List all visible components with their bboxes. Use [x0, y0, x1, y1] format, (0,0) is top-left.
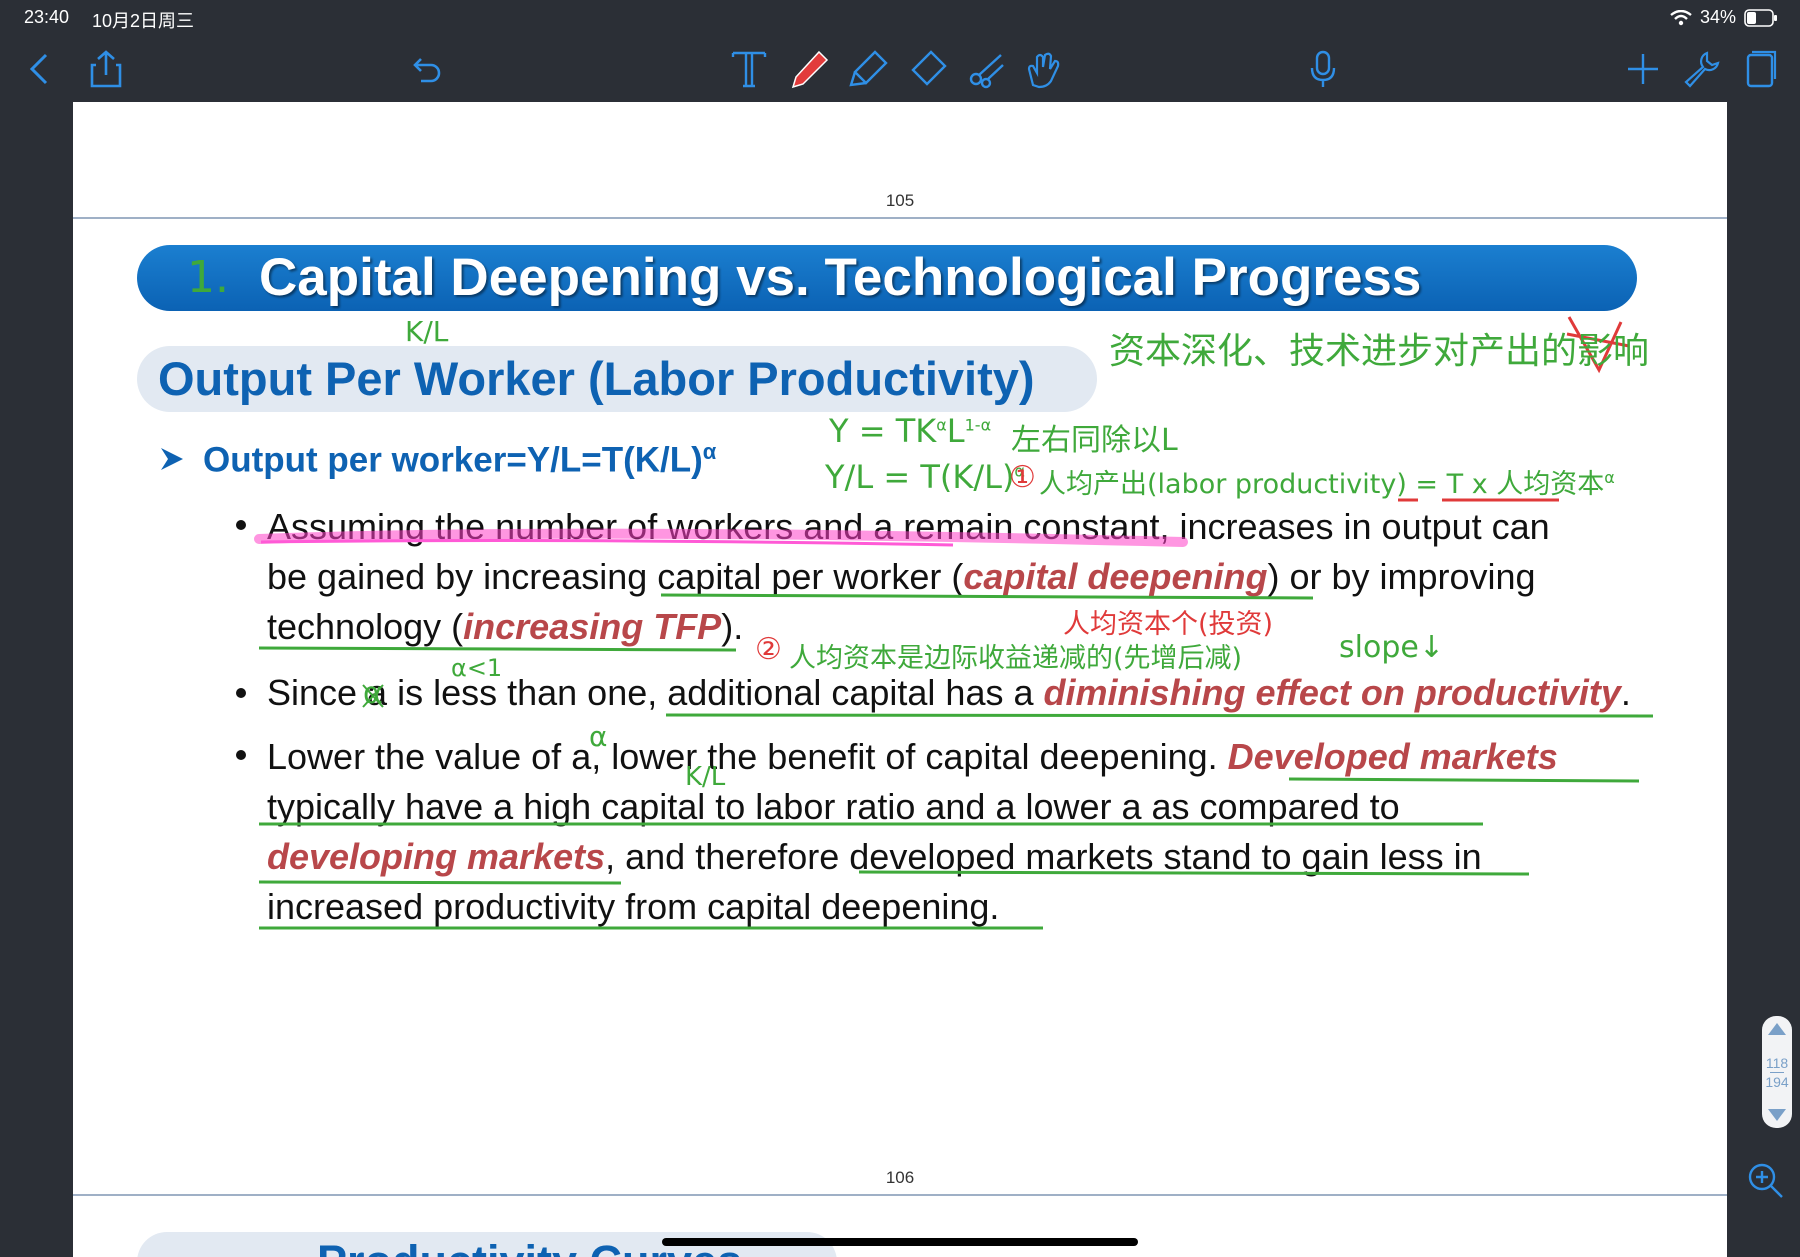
green-underline-stroke	[258, 646, 737, 652]
undo-button[interactable]	[404, 46, 450, 92]
current-page: 118	[1765, 1054, 1789, 1071]
hw-note1-sup: α	[1604, 468, 1615, 487]
green-underline-stroke	[660, 593, 1314, 600]
add-button[interactable]	[1620, 46, 1666, 92]
hw-note-1: 人均产出(labor productivity) = T x 人均资本α	[1039, 462, 1615, 501]
hw-equation-note: 左右同除以L	[1011, 423, 1178, 458]
share-button[interactable]	[83, 46, 129, 92]
annotation-layer	[254, 316, 1654, 930]
hw-section-number: 1.	[187, 252, 229, 303]
hw-eq1-sup2: 1-α	[964, 415, 992, 435]
status-date: 10月2日周三	[92, 11, 195, 31]
green-underline-stroke	[1288, 777, 1640, 783]
settings-button[interactable]	[1678, 46, 1724, 92]
status-right: 34%	[1670, 7, 1778, 28]
pen-tool-button[interactable]	[786, 46, 832, 92]
hw-eq1-mid: L	[946, 412, 965, 450]
wrench-icon	[1684, 51, 1720, 88]
microphone-icon	[1310, 50, 1336, 87]
hw-note-2: 人均资本是边际收益递减的(先增后减)	[789, 643, 1243, 674]
hw-chinese-heading: 资本深化、技术进步对产出的影响	[1109, 331, 1650, 372]
hw-kl-label-2: K/L	[685, 762, 726, 792]
hand-icon	[1027, 52, 1060, 89]
eraser-tool-button[interactable]	[904, 46, 950, 92]
hand-tool-button[interactable]	[1020, 46, 1066, 92]
hw-eq1-sup: α	[936, 415, 947, 435]
scroll-down-icon[interactable]	[1767, 1108, 1787, 1122]
green-underline-stroke	[665, 713, 1654, 718]
highlighter-icon	[849, 50, 888, 87]
pages-button[interactable]	[1736, 46, 1782, 92]
status-bar: 23:40 10月2日周三 34%	[0, 0, 1800, 36]
green-underline-stroke	[258, 870, 1530, 885]
document-page[interactable]: 105 Capital Deepening vs. Technological …	[73, 102, 1727, 1257]
highlighter-tool-button[interactable]	[846, 46, 892, 92]
share-icon	[90, 50, 122, 88]
battery-icon	[1744, 8, 1777, 27]
wifi-icon	[1670, 9, 1692, 25]
text-tool-icon	[731, 51, 767, 88]
home-indicator	[662, 1238, 1138, 1246]
hw-eq1-text: Y = TK	[829, 412, 937, 450]
page-scroller[interactable]: 118 194	[1762, 1016, 1792, 1128]
battery-percent: 34%	[1699, 7, 1736, 27]
left-gutter	[0, 102, 73, 1257]
add-icon	[1628, 54, 1658, 84]
hw-alpha-lt1: α<1	[451, 654, 503, 682]
toolbar	[0, 36, 1800, 102]
scroll-up-icon[interactable]	[1767, 1022, 1787, 1036]
back-button[interactable]	[18, 46, 64, 92]
page-indicator: 118 194	[1765, 1055, 1788, 1090]
pen-icon	[791, 50, 829, 89]
back-icon	[29, 53, 48, 85]
pages-icon	[1746, 50, 1777, 88]
hw-eq2-text: Y/L = T(K/L)	[825, 458, 1015, 496]
hw-equation-1: Y = TKαL1-α	[829, 412, 991, 450]
text-tool-button[interactable]	[726, 46, 772, 92]
hw-equation-2: Y/L = T(K/L)α	[825, 458, 1025, 496]
status-time: 23:40	[24, 7, 70, 27]
pink-underline-stroke	[260, 539, 954, 547]
undo-icon	[413, 58, 441, 83]
hw-circle-2: ②	[755, 632, 782, 667]
eraser-icon	[911, 50, 947, 86]
hw-kl-label: K/L	[405, 315, 449, 348]
microphone-button[interactable]	[1300, 46, 1346, 92]
hw-alpha-2: α	[589, 720, 608, 753]
lasso-icon	[969, 54, 1004, 89]
zoom-icon[interactable]	[1745, 1160, 1785, 1200]
hw-circle-1: ①	[1009, 460, 1036, 495]
hw-alpha-1: α	[363, 676, 383, 711]
lasso-tool-button[interactable]	[964, 46, 1010, 92]
total-pages: 194	[1765, 1073, 1789, 1090]
hw-slope-note: slope↓	[1339, 630, 1444, 665]
hw-note1-text: 人均产出(labor productivity) = T x 人均资本	[1039, 469, 1605, 500]
